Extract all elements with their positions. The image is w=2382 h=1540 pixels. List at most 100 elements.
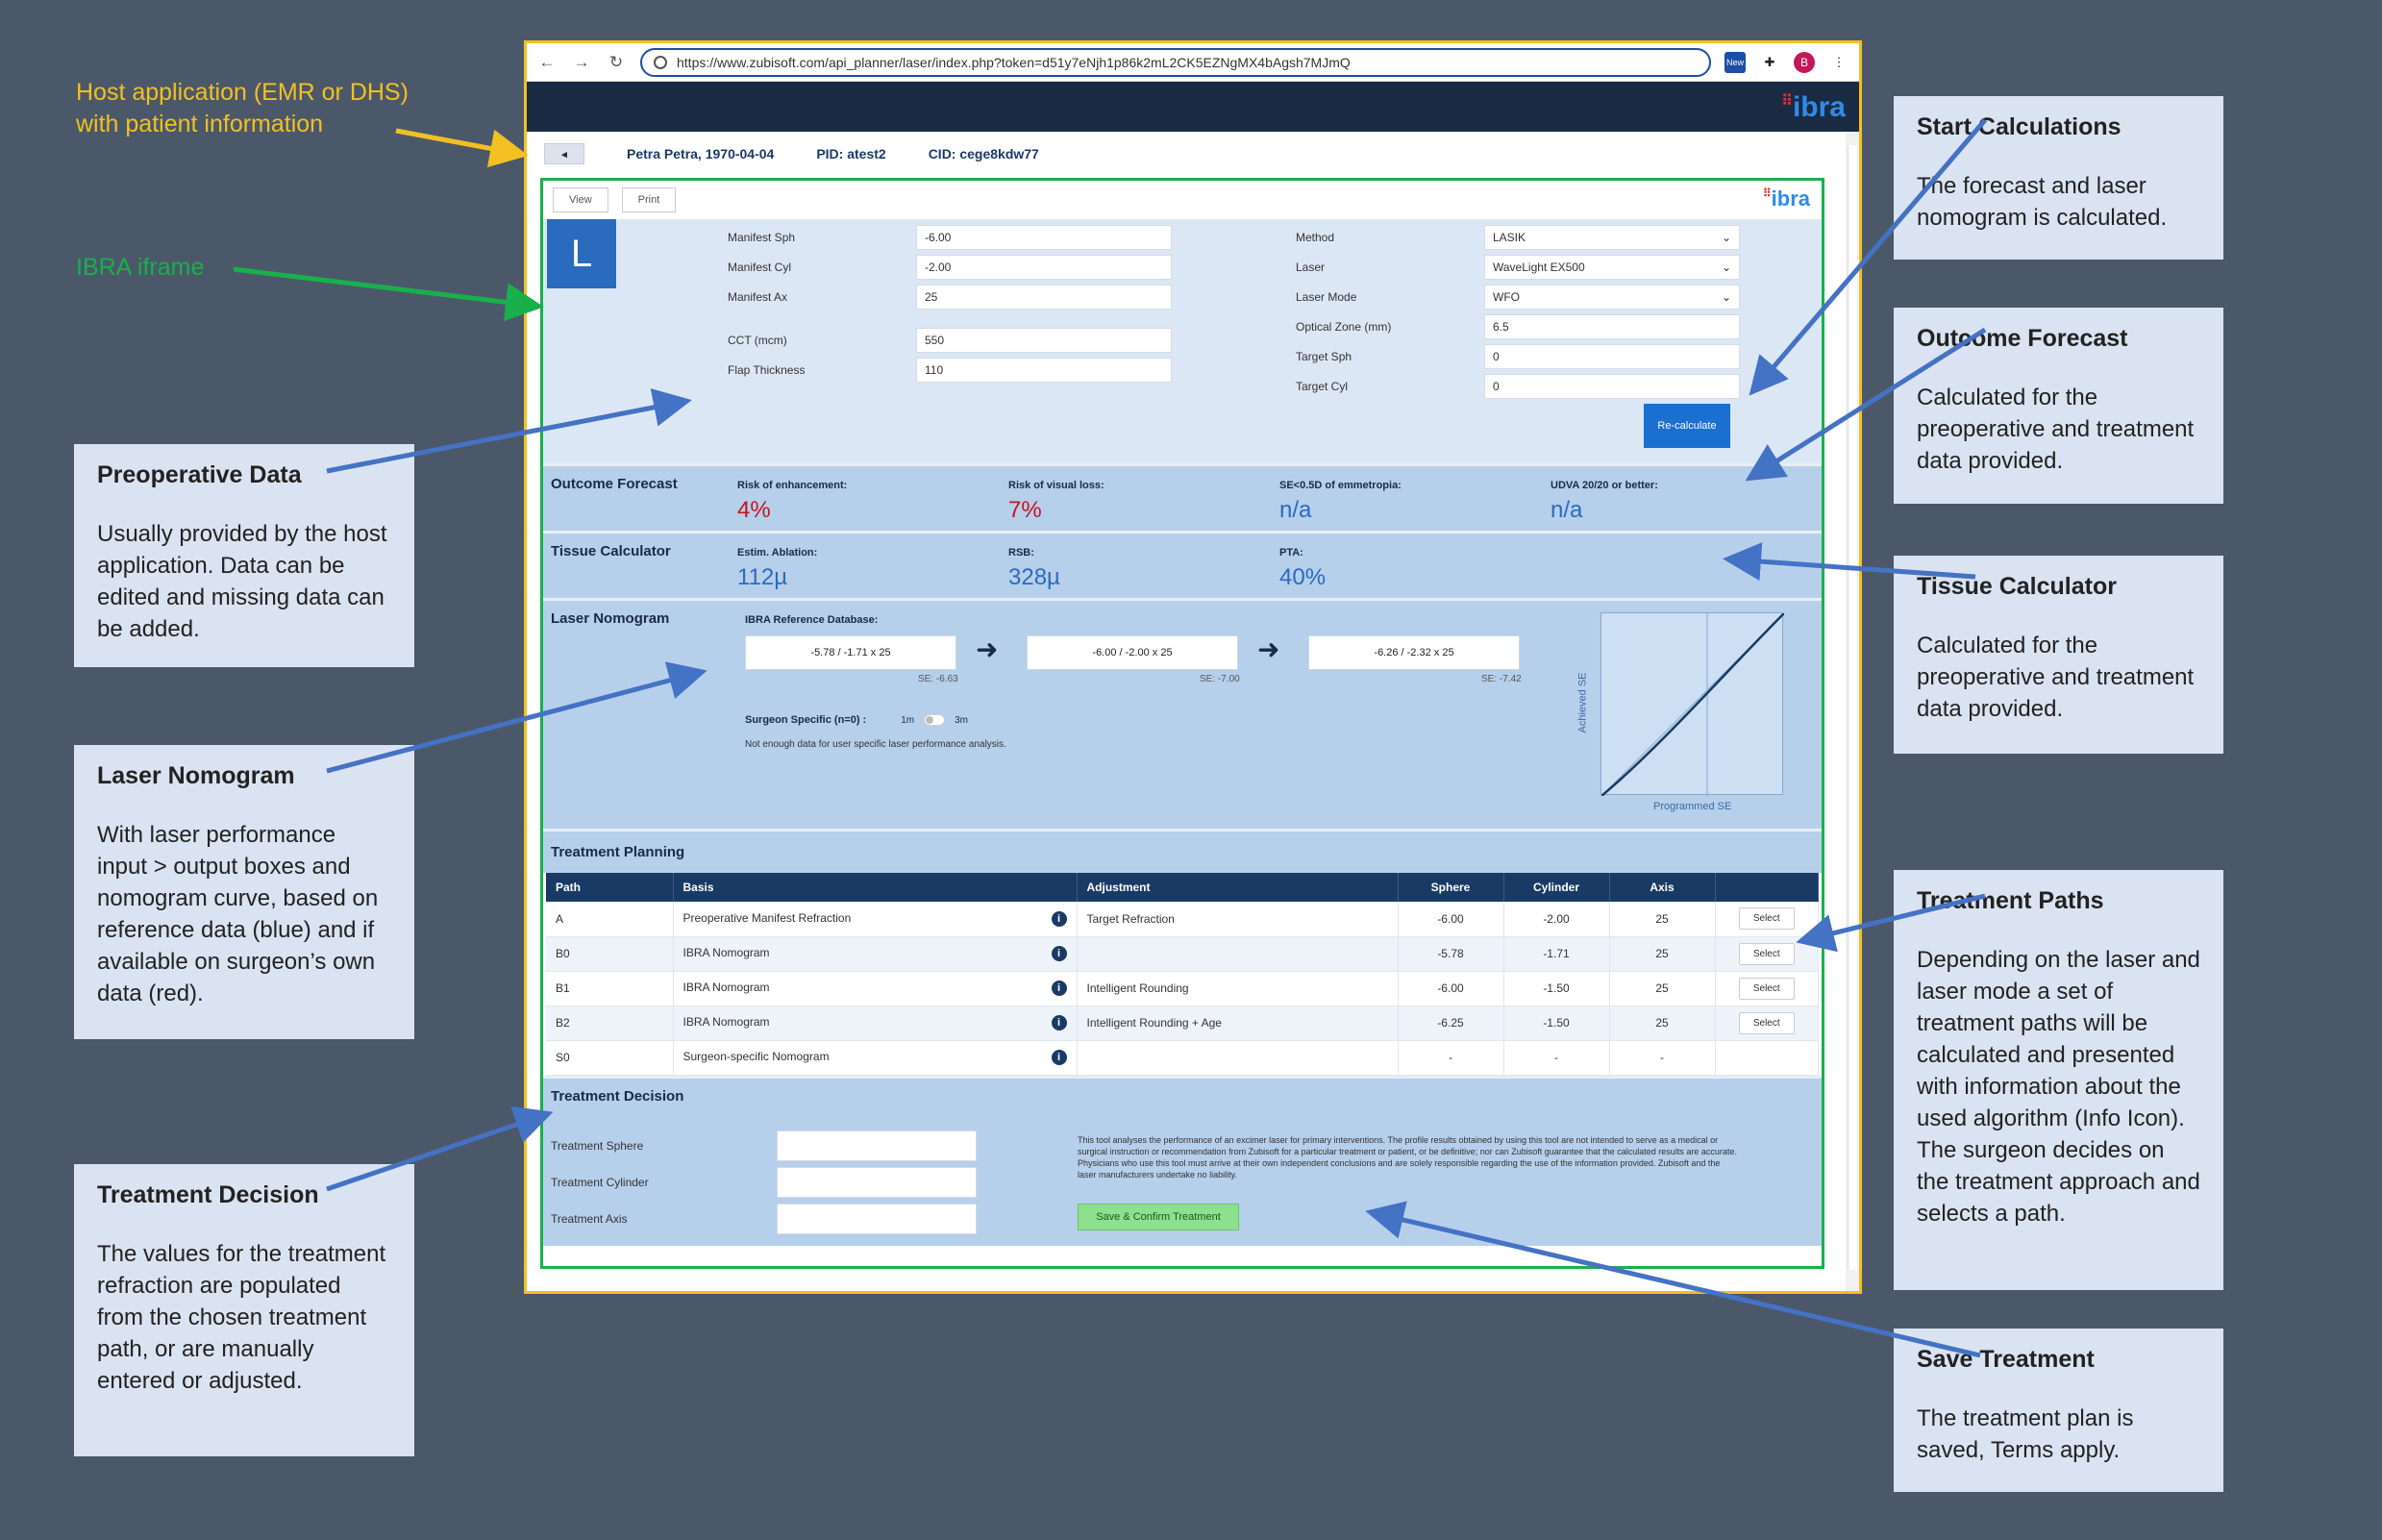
cell-cylinder: -2.00: [1503, 902, 1610, 937]
manifest-sph-input[interactable]: -6.00: [916, 225, 1172, 250]
recalculate-button[interactable]: Re-calculate: [1644, 404, 1730, 448]
cell-action: Select: [1715, 936, 1819, 972]
select-value: WFO: [1493, 290, 1520, 304]
callout-text: Calculated for the preoperative and trea…: [1917, 633, 2195, 722]
callout-text: Depending on the laser and laser mode a …: [1917, 947, 2200, 1227]
back-arrow-icon[interactable]: ←: [536, 53, 558, 72]
metric-value: 40%: [1279, 564, 1327, 590]
nomogram-chart: [1600, 612, 1785, 797]
scroll-thumb[interactable]: [1848, 145, 1857, 1270]
treatment-sphere-input[interactable]: [777, 1130, 977, 1161]
treatment-sphere-field: Treatment Sphere: [551, 1130, 977, 1161]
manifest-sph-field: Manifest Sph -6.00: [728, 225, 1172, 250]
ibra-iframe: View Print ⠿ibra L Manifest Sph -6.00 Ma…: [540, 178, 1824, 1269]
select-path-button[interactable]: Select: [1738, 1011, 1795, 1034]
cell-axis: 25: [1609, 902, 1716, 937]
callout-text: Calculated for the preoperative and trea…: [1917, 385, 2195, 474]
field-label: Flap Thickness: [728, 363, 806, 377]
treatment-paths-table: Path Basis Adjustment Sphere Cylinder Ax…: [546, 873, 1819, 1076]
target-sph-input[interactable]: 0: [1484, 344, 1740, 369]
cct-input[interactable]: 550: [916, 328, 1172, 353]
cell-basis: IBRA Nomogram i: [673, 1006, 1078, 1041]
col-cylinder: Cylinder: [1503, 873, 1610, 902]
metric-label: UDVA 20/20 or better:: [1551, 480, 1658, 491]
callout-title: Outcome Forecast: [1917, 325, 2128, 352]
callout-title: Start Calculations: [1917, 113, 2121, 140]
info-icon[interactable]: i: [1051, 910, 1067, 927]
metric-label: SE<0.5D of emmetropia:: [1279, 480, 1402, 491]
flap-thickness-field: Flap Thickness 110: [728, 358, 1172, 383]
callout-preoperative-data: Preoperative Data Usually provided by th…: [74, 444, 414, 667]
forward-arrow-icon[interactable]: →: [571, 53, 592, 72]
callout-title: Preoperative Data: [97, 461, 302, 488]
profile-avatar[interactable]: B: [1794, 51, 1815, 73]
logo-text: ibra: [1771, 186, 1810, 211]
field-label: Laser: [1296, 261, 1326, 274]
field-label: Treatment Sphere: [551, 1138, 644, 1153]
select-path-button[interactable]: Select: [1738, 977, 1795, 1000]
section-title: Tissue Calculator: [551, 543, 671, 559]
site-info-icon[interactable]: [654, 55, 667, 69]
preoperative-data: L Manifest Sph -6.00 Manifest Cyl -2.00 …: [543, 219, 1822, 463]
address-bar[interactable]: https://www.zubisoft.com/api_planner/las…: [640, 47, 1711, 77]
host-application-label: Host application (EMR or DHS) with patie…: [76, 79, 409, 137]
col-basis: Basis: [673, 873, 1078, 902]
optical-zone-input[interactable]: 6.5: [1484, 314, 1740, 339]
period-toggle[interactable]: [924, 714, 946, 726]
callout-text: The treatment plan is saved, Terms apply…: [1917, 1405, 2134, 1463]
info-icon[interactable]: i: [1051, 1050, 1067, 1065]
chevron-down-icon: ⌄: [1721, 231, 1731, 244]
extension-new-icon[interactable]: New: [1724, 51, 1746, 73]
target-cyl-field: Target Cyl 0: [1296, 374, 1740, 399]
col-path: Path: [546, 873, 674, 902]
cell-cylinder: -1.50: [1503, 1006, 1610, 1041]
col-adjustment: Adjustment: [1077, 873, 1399, 902]
print-button[interactable]: Print: [621, 187, 677, 212]
callout-text: The forecast and laser nomogram is calcu…: [1917, 173, 2168, 231]
cell-path: S0: [546, 1040, 674, 1076]
surgeon-specific-row: Surgeon Specific (n=0) : 1m 3m: [745, 714, 968, 726]
laser-select[interactable]: WaveLight EX500 ⌄: [1484, 255, 1740, 280]
manifest-cyl-input[interactable]: -2.00: [916, 255, 1172, 280]
field-label: Treatment Axis: [551, 1211, 628, 1226]
table-header-row: Path Basis Adjustment Sphere Cylinder Ax…: [546, 873, 1819, 902]
info-icon[interactable]: i: [1051, 981, 1067, 996]
iframe-arrow: [233, 266, 544, 322]
table-row: B0 IBRA Nomogram i -5.78 -1.71 25 Select: [546, 936, 1819, 972]
optical-zone-field: Optical Zone (mm) 6.5: [1296, 314, 1740, 339]
url-text: https://www.zubisoft.com/api_planner/las…: [677, 54, 1351, 70]
page-scrollbar[interactable]: [1846, 132, 1859, 1291]
reload-icon[interactable]: ↻: [606, 53, 627, 72]
select-path-button[interactable]: Select: [1738, 942, 1795, 965]
target-cyl-input[interactable]: 0: [1484, 374, 1740, 399]
cell-action: Select: [1715, 902, 1819, 937]
callout-title: Tissue Calculator: [1917, 573, 2117, 600]
laser-mode-select[interactable]: WFO ⌄: [1484, 285, 1740, 310]
cell-cylinder: -1.71: [1503, 936, 1610, 972]
se-emmetropia-metric: SE<0.5D of emmetropia: n/a: [1279, 480, 1402, 524]
select-path-button[interactable]: Select: [1738, 907, 1795, 931]
save-confirm-button[interactable]: Save & Confirm Treatment: [1078, 1203, 1239, 1230]
method-select[interactable]: LASIK ⌄: [1484, 225, 1740, 250]
chevron-down-icon: ⌄: [1721, 290, 1731, 304]
table-row: B1 IBRA Nomogram i Intelligent Rounding -…: [546, 971, 1819, 1006]
info-icon[interactable]: i: [1051, 946, 1067, 961]
cct-field: CCT (mcm) 550: [728, 328, 1172, 353]
treatment-axis-input[interactable]: [777, 1203, 977, 1234]
view-button[interactable]: View: [553, 187, 608, 212]
cell-path: A: [546, 902, 674, 937]
puzzle-icon[interactable]: ✚: [1759, 52, 1780, 73]
treatment-cylinder-input[interactable]: [777, 1166, 977, 1198]
flap-thickness-input[interactable]: 110: [916, 358, 1172, 383]
info-icon[interactable]: i: [1051, 1015, 1067, 1031]
cell-adjustment: Intelligent Rounding: [1077, 971, 1399, 1006]
callout-text: The values for the treatment refraction …: [97, 1241, 386, 1394]
nomogram-middle-box: -6.00 / -2.00 x 25: [1027, 635, 1238, 670]
cell-axis: 25: [1609, 936, 1716, 972]
manifest-ax-input[interactable]: 25: [916, 285, 1172, 310]
ibra-logo: ⠿ibra: [1781, 91, 1846, 123]
callout-title: Treatment Decision: [97, 1181, 319, 1208]
kebab-menu-icon[interactable]: ⋮: [1828, 52, 1849, 73]
browser-toolbar: ← → ↻ https://www.zubisoft.com/api_plann…: [527, 43, 1859, 82]
collapse-button[interactable]: ◂: [544, 143, 584, 164]
